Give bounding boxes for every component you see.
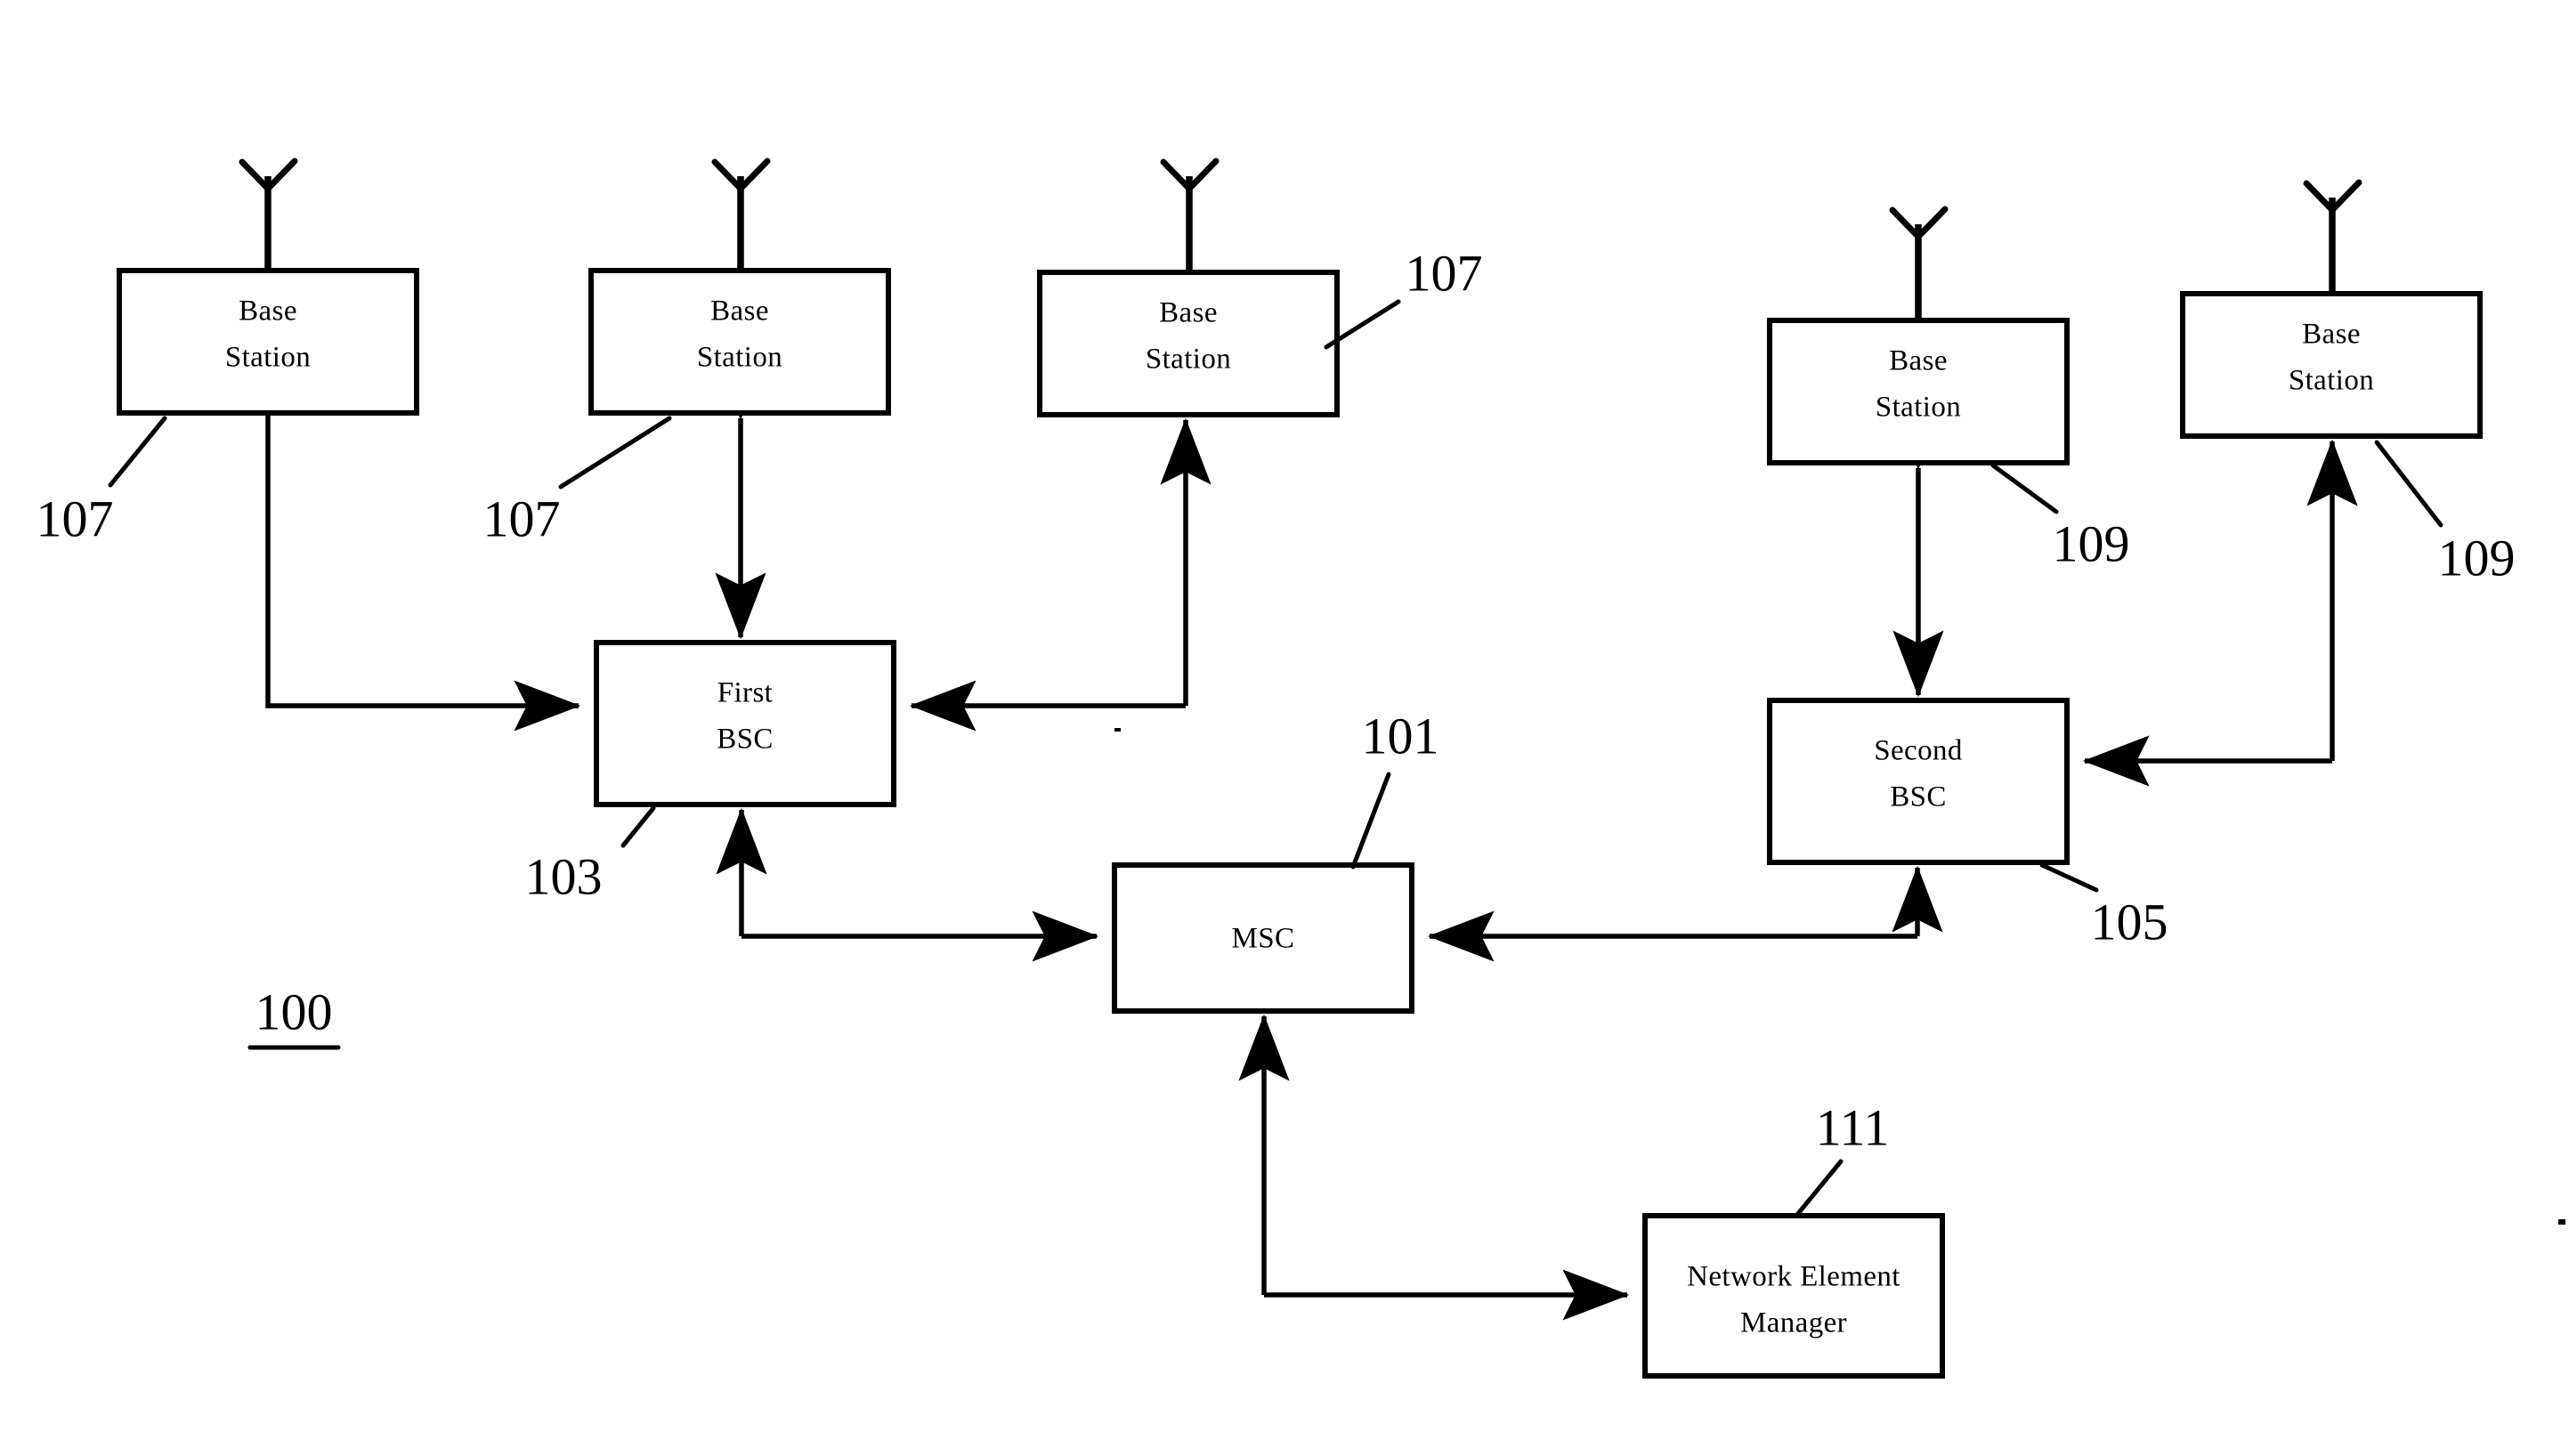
node-label-line1: Network Element	[1687, 1261, 1900, 1293]
node-label-line2: Manager	[1740, 1307, 1847, 1339]
leader-111	[1794, 1159, 1844, 1218]
antenna-icon-bs1	[239, 158, 298, 271]
node-label-line1: Base	[710, 295, 769, 328]
leader-109-bs5	[2374, 440, 2443, 528]
ref-label-107-bs1: 107	[36, 489, 114, 547]
antenna-icon-bs4	[1889, 206, 1949, 320]
node-label-line2: BSC	[717, 724, 774, 756]
antenna-icon-bs5	[2303, 179, 2362, 294]
leader-107-bs2	[558, 416, 672, 489]
leader-103	[620, 805, 656, 848]
node-label-line2: Station	[1876, 392, 1961, 424]
node-first-bsc[interactable]: First BSC	[594, 640, 896, 807]
node-label-line1: Base	[239, 295, 297, 328]
ref-label-105: 105	[2091, 893, 2168, 950]
node-base-station-3[interactable]: Base Station	[1037, 270, 1340, 417]
leader-109-bs4	[1990, 463, 2059, 514]
node-second-bsc[interactable]: Second BSC	[1767, 698, 2070, 865]
figure-number-text: 100	[255, 983, 333, 1040]
leader-101	[1350, 772, 1391, 870]
ref-label-101: 101	[1362, 707, 1439, 764]
node-network-element-manager[interactable]: Network Element Manager	[1642, 1213, 1945, 1379]
node-box	[1642, 1213, 1945, 1379]
node-label-line2: Station	[225, 342, 311, 374]
ref-label-109-bs5: 109	[2438, 529, 2516, 586]
node-label-line2: Station	[697, 342, 782, 374]
node-base-station-2[interactable]: Base Station	[588, 268, 891, 416]
node-label-line1: MSC	[1232, 923, 1295, 955]
node-label-line1: Base	[1159, 297, 1218, 329]
node-base-station-4[interactable]: Base Station	[1767, 318, 2070, 465]
ref-label-109-bs4: 109	[2053, 514, 2130, 572]
ref-label-111: 111	[1816, 1098, 1890, 1156]
leader-107-bs1	[108, 416, 167, 488]
ref-label-103: 103	[525, 847, 603, 905]
node-base-station-5[interactable]: Base Station	[2180, 291, 2483, 439]
node-label-line1: Base	[1889, 345, 1948, 377]
network-diagram: Base Station Base Station Base Station B…	[36, 158, 2565, 1379]
node-label-line1: First	[717, 677, 774, 709]
antenna-icon-bs2	[711, 158, 771, 271]
node-label-line2: Station	[1146, 344, 1231, 376]
ref-label-107-bs3: 107	[1406, 244, 1483, 302]
node-label-line2: Station	[2289, 365, 2374, 397]
node-label-line1: Second	[1874, 735, 1963, 767]
speck	[2558, 1219, 2565, 1225]
antenna-icon-bs3	[1160, 158, 1220, 272]
conn-bs1-bsc1	[265, 413, 581, 732]
node-msc[interactable]: MSC	[1112, 862, 1414, 1014]
leader-105	[2039, 862, 2099, 893]
ref-label-107-bs2: 107	[483, 489, 561, 547]
node-base-station-1[interactable]: Base Station	[117, 268, 419, 416]
speck	[1114, 728, 1121, 732]
node-label-line1: Base	[2302, 319, 2361, 351]
patent-figure: Base Station Base Station Base Station B…	[0, 0, 2569, 1456]
node-layer: Base Station Base Station Base Station B…	[117, 268, 2483, 1379]
figure-number: 100	[247, 983, 341, 1050]
node-label-line2: BSC	[1890, 781, 1947, 813]
